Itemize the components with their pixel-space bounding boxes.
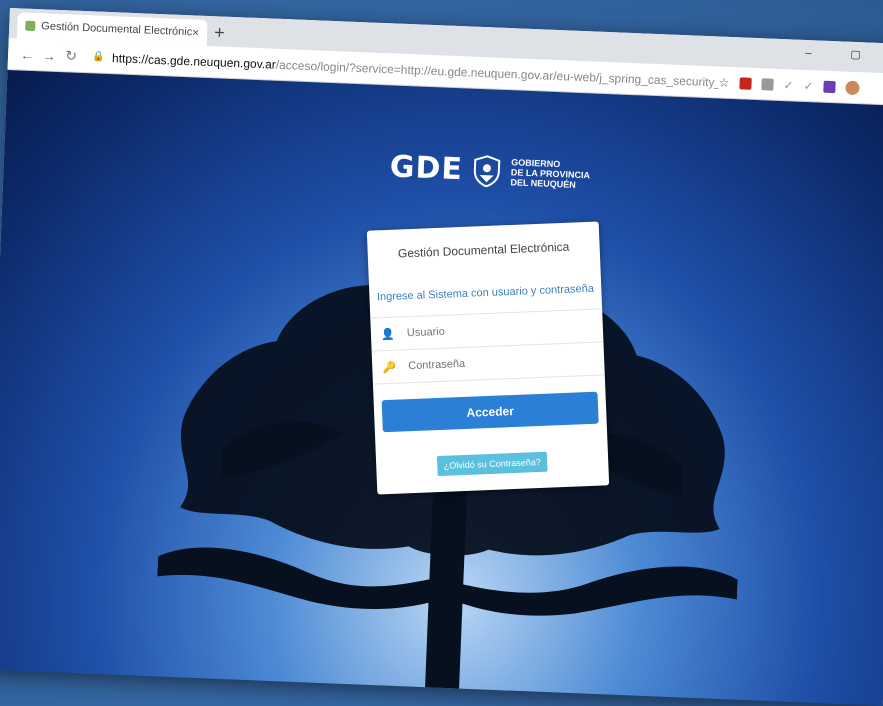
gde-logo: GDE GOBIERNO DE LA PROVINCIA DEL NEUQUÉN bbox=[389, 149, 590, 192]
extension-bar: ☆ ✓ ✓ bbox=[718, 75, 860, 95]
lock-icon[interactable]: 🔒 bbox=[92, 51, 106, 64]
province-shield-icon bbox=[473, 154, 501, 187]
back-arrow-icon[interactable]: ← bbox=[16, 46, 39, 63]
tab-title: Gestión Documental Electrónica bbox=[41, 20, 193, 39]
password-input[interactable] bbox=[405, 352, 581, 374]
login-button[interactable]: Acceder bbox=[381, 391, 599, 433]
logo-text: GDE bbox=[389, 149, 464, 188]
translate-extension-icon[interactable] bbox=[761, 77, 774, 91]
new-tab-button[interactable]: + bbox=[214, 22, 225, 43]
government-name: GOBIERNO DE LA PROVINCIA DEL NEUQUÉN bbox=[510, 157, 590, 190]
tab-close-icon[interactable]: × bbox=[192, 25, 200, 39]
purple-extension-icon[interactable] bbox=[823, 80, 836, 93]
window-controls[interactable]: – ▢ bbox=[805, 46, 879, 62]
user-icon: 👤 bbox=[380, 328, 395, 341]
login-card: Gestión Documental Electrónica Ingrese a… bbox=[366, 221, 610, 495]
forgot-password-button[interactable]: ¿Olvidó su Contraseña? bbox=[437, 451, 548, 477]
profile-avatar[interactable] bbox=[845, 80, 860, 95]
check-extension-icon-2[interactable]: ✓ bbox=[803, 78, 814, 92]
username-input[interactable] bbox=[404, 319, 580, 341]
key-icon: 🔑 bbox=[382, 361, 397, 374]
pdf-extension-icon[interactable] bbox=[739, 76, 752, 90]
bookmark-star-icon[interactable]: ☆ bbox=[718, 75, 729, 89]
url-host: https://cas.gde.neuquen.gov.ar bbox=[111, 50, 277, 72]
forward-arrow-icon[interactable]: → bbox=[38, 47, 61, 64]
login-subheading: Ingrese al Sistema con usuario y contras… bbox=[376, 282, 595, 304]
check-extension-icon[interactable]: ✓ bbox=[783, 78, 794, 92]
favicon-icon bbox=[25, 20, 36, 32]
login-heading: Gestión Documental Electrónica bbox=[397, 239, 570, 261]
reload-icon[interactable]: ↻ bbox=[60, 47, 83, 65]
